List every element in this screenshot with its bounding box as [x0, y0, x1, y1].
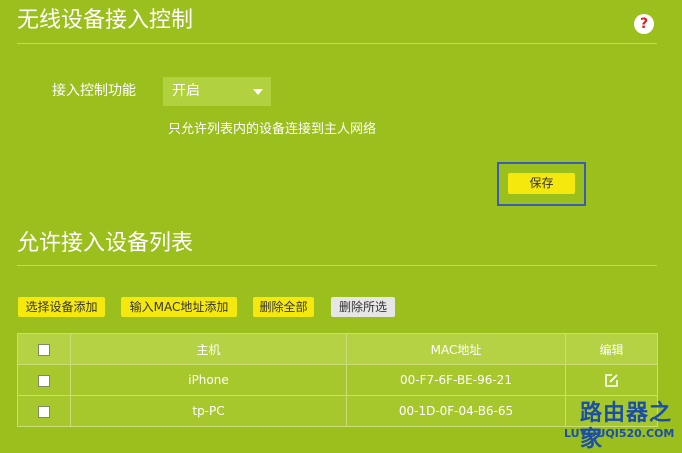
title-divider: [17, 43, 657, 44]
select-device-add-button[interactable]: 选择设备添加: [18, 297, 105, 317]
allowed-list-title: 允许接入设备列表: [17, 231, 194, 256]
watermark-logo: 路由器之家 LUYOUQI520.COM: [562, 400, 680, 452]
delete-all-button[interactable]: 删除全部: [253, 297, 314, 317]
help-icon[interactable]: ?: [634, 14, 654, 34]
section-divider: [17, 265, 657, 266]
row-checkbox-cell: [17, 395, 71, 427]
delete-selected-button[interactable]: 删除所选: [331, 297, 395, 317]
column-header-edit: 编辑: [565, 333, 658, 365]
mac-add-button[interactable]: 输入MAC地址添加: [121, 297, 237, 317]
mac-cell: 00-F7-6F-BE-96-21: [346, 364, 566, 396]
edit-icon[interactable]: [604, 373, 619, 388]
watermark-url: LUYOUQI520.COM: [564, 427, 675, 440]
access-control-select[interactable]: 开启: [163, 77, 271, 106]
column-header-host: 主机: [70, 333, 347, 365]
chevron-down-icon: [253, 89, 263, 95]
save-button[interactable]: 保存: [508, 173, 575, 194]
row-checkbox-cell: [17, 364, 71, 396]
row-checkbox[interactable]: [38, 405, 50, 418]
select-all-checkbox[interactable]: [38, 343, 50, 356]
table-header-row: 主机 MAC地址 编辑: [17, 333, 658, 365]
host-cell: iPhone: [70, 364, 347, 396]
access-control-label: 接入控制功能: [52, 83, 136, 99]
save-focus-ring: 保存: [497, 162, 586, 206]
mac-cell: 00-1D-0F-04-B6-65: [346, 395, 566, 427]
host-cell: tp-PC: [70, 395, 347, 427]
select-all-cell: [17, 333, 71, 365]
edit-cell: [565, 364, 658, 396]
access-control-hint: 只允许列表内的设备连接到主人网络: [168, 122, 377, 137]
select-value: 开启: [172, 83, 200, 99]
row-checkbox[interactable]: [38, 374, 50, 387]
page-title: 无线设备接入控制: [17, 8, 194, 33]
table-row: iPhone 00-F7-6F-BE-96-21: [17, 364, 658, 396]
column-header-mac: MAC地址: [346, 333, 566, 365]
